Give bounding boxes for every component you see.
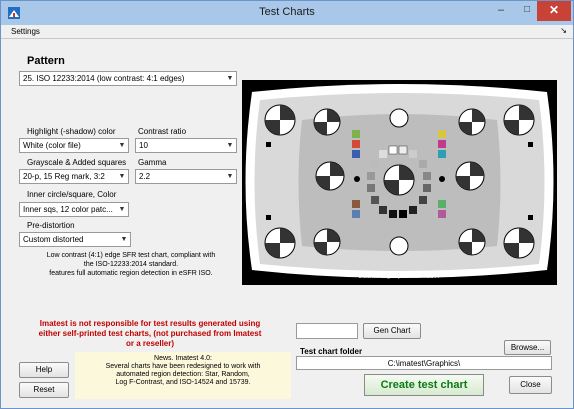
gamma-label: Gamma — [138, 158, 167, 167]
gamma-select[interactable]: 2.2 ▼ — [135, 169, 237, 184]
predistortion-value: Custom distorted — [23, 235, 84, 244]
inner-circle-label: Inner circle/square, Color — [27, 190, 117, 199]
highlight-color-label: Highlight (-shadow) color — [27, 127, 116, 136]
disclaimer-line: or a reseller) — [125, 339, 175, 348]
disclaimer-line: Imatest is not responsible for test resu… — [39, 319, 261, 328]
close-window-button[interactable]: ✕ — [537, 1, 571, 21]
reset-button[interactable]: Reset — [19, 382, 69, 398]
disclaimer-text: Imatest is not responsible for test resu… — [15, 319, 285, 349]
highlight-color-select[interactable]: White (color file) ▼ — [19, 138, 129, 153]
contrast-ratio-value: 10 — [139, 141, 148, 150]
predistortion-select[interactable]: Custom distorted ▼ — [19, 232, 131, 247]
pattern-heading: Pattern — [27, 55, 65, 67]
news-line: Several charts have been redesigned to w… — [105, 363, 261, 370]
test-charts-window: Test Charts – □ ✕ Settings ↘ Pattern 25.… — [0, 0, 574, 409]
chevron-down-icon: ▼ — [120, 236, 128, 243]
description-line: features full automatic region detection… — [49, 270, 213, 277]
inner-circle-select[interactable]: Inner sqs, 12 color patc... ▼ — [19, 202, 129, 217]
gen-chart-input[interactable] — [296, 323, 358, 339]
menu-bar: Settings ↘ — [1, 25, 573, 39]
create-test-chart-button[interactable]: Create test chart — [364, 374, 484, 396]
iso-12233-chart-image: Distorted tangent parameter = 0.944 — [242, 80, 557, 285]
news-line: Log F-Contrast, and ISO-14524 and 15739. — [115, 379, 251, 386]
minimize-button[interactable]: – — [487, 1, 515, 21]
dock-arrow-icon[interactable]: ↘ — [560, 26, 567, 35]
title-bar: Test Charts – □ ✕ — [1, 1, 573, 25]
contrast-ratio-select[interactable]: 10 ▼ — [135, 138, 237, 153]
help-button[interactable]: Help — [19, 362, 69, 378]
chevron-down-icon: ▼ — [226, 75, 234, 82]
description-line: Low contrast (4:1) edge SFR test chart, … — [46, 252, 216, 259]
test-chart-folder-field[interactable]: C:\imatest\Graphics\ — [296, 356, 552, 370]
browse-button[interactable]: Browse... — [504, 340, 551, 355]
disclaimer-line: either self-printed test charts, (not pu… — [38, 329, 262, 338]
chevron-down-icon: ▼ — [118, 142, 126, 149]
grayscale-value: 20-p, 15 Reg mark, 3:2 — [23, 172, 105, 181]
description-line: the ISO-12233:2014 standard. — [83, 261, 179, 268]
grayscale-label: Grayscale & Added squares — [27, 158, 127, 167]
news-panel: News. Imatest 4.0: Several charts have b… — [75, 352, 291, 399]
chart-caption: Distorted tangent parameter = 0.944 — [359, 274, 440, 280]
gen-chart-button[interactable]: Gen Chart — [363, 323, 421, 339]
contrast-ratio-label: Contrast ratio — [138, 127, 187, 136]
menu-settings[interactable]: Settings — [11, 27, 40, 36]
gamma-value: 2.2 — [139, 172, 151, 181]
chevron-down-icon: ▼ — [118, 173, 126, 180]
pattern-select[interactable]: 25. ISO 12233:2014 (low contrast: 4:1 ed… — [19, 71, 237, 86]
chevron-down-icon: ▼ — [118, 206, 126, 213]
test-chart-folder-label: Test chart folder — [300, 347, 363, 356]
close-button[interactable]: Close — [509, 376, 552, 394]
news-line: News. Imatest 4.0: — [154, 355, 212, 362]
chart-preview: Distorted tangent parameter = 0.944 — [242, 80, 557, 285]
news-line: automated region detection: Star, Random… — [116, 371, 250, 378]
chart-description: Low contrast (4:1) edge SFR test chart, … — [21, 251, 241, 278]
chevron-down-icon: ▼ — [226, 173, 234, 180]
grayscale-select[interactable]: 20-p, 15 Reg mark, 3:2 ▼ — [19, 169, 129, 184]
pattern-select-value: 25. ISO 12233:2014 (low contrast: 4:1 ed… — [23, 74, 185, 83]
chevron-down-icon: ▼ — [226, 142, 234, 149]
highlight-color-value: White (color file) — [23, 141, 81, 150]
predistortion-label: Pre-distortion — [27, 221, 75, 230]
inner-circle-value: Inner sqs, 12 color patc... — [23, 205, 113, 214]
